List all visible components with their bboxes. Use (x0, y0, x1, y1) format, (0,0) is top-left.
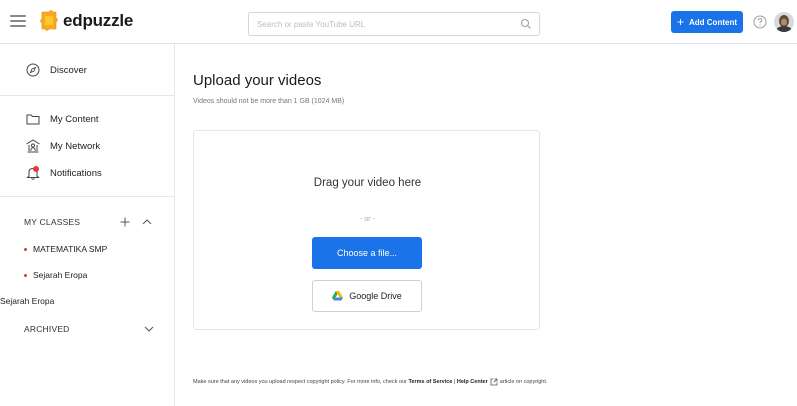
class-item[interactable]: Sejarah Eropa (24, 270, 87, 280)
copyright-notice: Make sure that any videos you upload res… (193, 378, 547, 386)
drag-text: Drag your video here (313, 177, 422, 189)
google-drive-button[interactable]: Google Drive (312, 280, 422, 312)
google-drive-label: Google Drive (349, 291, 402, 301)
avatar-image (774, 12, 794, 32)
avatar[interactable] (774, 12, 794, 32)
help-center-link[interactable]: Help Center (457, 379, 488, 385)
class-name: Sejarah Eropa (0, 296, 55, 306)
top-bar: edpuzzle + Add Content (0, 0, 797, 44)
add-content-button[interactable]: + Add Content (671, 11, 743, 33)
my-classes-heading: MY CLASSES (24, 217, 81, 227)
external-link-icon[interactable] (490, 378, 498, 386)
network-icon (26, 139, 40, 153)
class-name: MATEMATIKA SMP (33, 244, 108, 254)
sidebar-item-label: Discover (50, 64, 87, 76)
page-subtitle: Videos should not be more than 1 GB (102… (193, 98, 345, 105)
folder-icon (26, 114, 40, 125)
footer-separator: | (453, 379, 456, 385)
class-item[interactable]: MATEMATIKA SMP (24, 244, 107, 254)
sidebar: Discover My Content My Network Notificat… (0, 44, 175, 406)
footer-text: Make sure that any videos you upload res… (193, 379, 407, 385)
divider (0, 95, 174, 96)
sidebar-item-label: My Content (50, 113, 99, 125)
brand-logo[interactable]: edpuzzle (38, 9, 133, 33)
brand-name: edpuzzle (63, 11, 134, 30)
chevron-down-icon[interactable] (142, 322, 156, 336)
chevron-up-icon[interactable] (140, 215, 154, 229)
class-name: Sejarah Eropa (33, 270, 88, 280)
sidebar-item-discover[interactable]: Discover (0, 59, 174, 81)
edpuzzle-logo (40, 10, 58, 31)
archived-heading: ARCHIVED (24, 324, 70, 334)
footer-text-end: article on copyright. (499, 379, 548, 385)
search-icon[interactable] (519, 17, 533, 31)
divider (0, 196, 174, 197)
compass-icon (26, 63, 40, 77)
google-drive-icon (332, 291, 344, 301)
menu-icon[interactable] (10, 15, 26, 27)
bell-icon (26, 166, 40, 180)
or-separator: - or - (360, 216, 375, 223)
sidebar-item-my-content[interactable]: My Content (0, 108, 174, 130)
sidebar-item-notifications[interactable]: Notifications (0, 162, 174, 184)
plus-icon: + (676, 15, 684, 29)
class-status-dot (24, 247, 27, 251)
page-title: Upload your videos (193, 72, 322, 89)
search-box[interactable] (248, 12, 540, 36)
class-item[interactable]: Sejarah Eropa (0, 296, 54, 306)
add-content-label: Add Content (689, 17, 737, 27)
class-status-dot (24, 273, 27, 277)
terms-of-service-link[interactable]: Terms of Service (408, 379, 452, 385)
sidebar-item-my-network[interactable]: My Network (0, 135, 174, 157)
help-icon[interactable] (753, 15, 767, 29)
sidebar-item-label: Notifications (50, 167, 102, 179)
add-class-icon[interactable] (118, 215, 132, 229)
upload-dropzone[interactable]: Drag your video here - or - Choose a fil… (193, 130, 540, 330)
choose-file-button[interactable]: Choose a file... (312, 237, 422, 269)
search-input[interactable] (257, 17, 507, 32)
sidebar-item-label: My Network (50, 140, 101, 152)
